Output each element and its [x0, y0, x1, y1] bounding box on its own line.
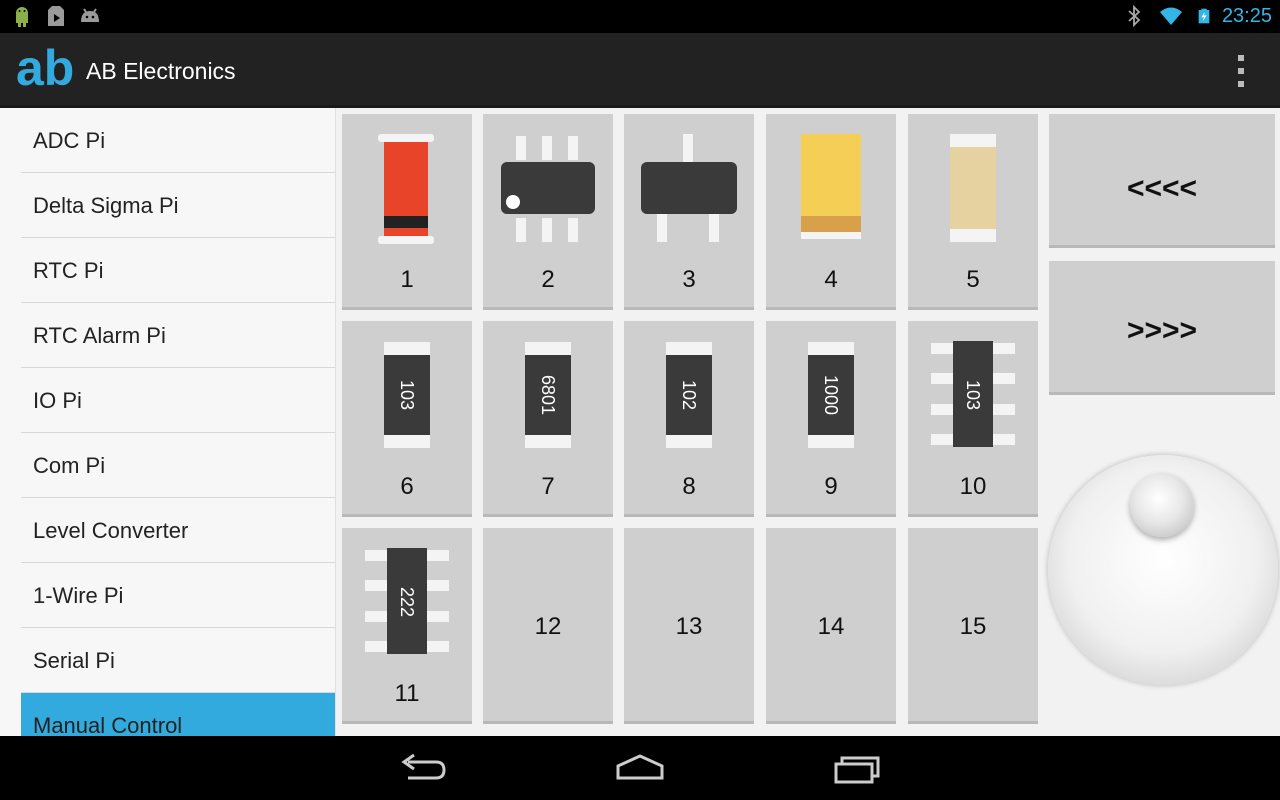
previous-page-button[interactable]: <<<< [1049, 114, 1275, 248]
tile-number: 3 [682, 266, 696, 293]
component-tile-6[interactable]: 103 6 [342, 321, 472, 517]
tile-number: 1 [400, 266, 414, 293]
component-tile-8[interactable]: 102 8 [624, 321, 754, 517]
back-icon[interactable] [394, 750, 454, 786]
sidebar-item-rtc-pi[interactable]: RTC Pi [21, 238, 335, 303]
sidebar-item-level-converter[interactable]: Level Converter [21, 498, 335, 563]
tile-number: 4 [824, 266, 838, 293]
android-icon [16, 7, 28, 27]
home-icon[interactable] [610, 750, 670, 786]
wifi-icon [1159, 7, 1182, 25]
component-tile-15[interactable]: 15 [908, 528, 1038, 724]
android-debug-icon [81, 8, 99, 22]
overflow-menu-icon[interactable] [1238, 55, 1246, 87]
tile-number: 15 [959, 613, 987, 640]
tile-number: 14 [817, 613, 845, 640]
joystick-knob[interactable] [1130, 473, 1194, 537]
status-clock: 23:25 [1221, 4, 1272, 27]
component-tile-10[interactable]: 103 10 [908, 321, 1038, 517]
recent-apps-icon[interactable] [828, 750, 888, 786]
tile-number: 8 [682, 473, 696, 500]
app-title: AB Electronics [86, 58, 236, 84]
tile-number: 10 [959, 473, 987, 500]
sidebar-item-com-pi[interactable]: Com Pi [21, 433, 335, 498]
component-tile-7[interactable]: 6801 7 [483, 321, 613, 517]
component-tile-11[interactable]: 222 11 [342, 528, 472, 724]
component-tile-4[interactable]: 4 [766, 114, 896, 310]
main-content: ADC Pi Delta Sigma Pi RTC Pi RTC Alarm P… [0, 108, 1280, 736]
sidebar-item-adc-pi[interactable]: ADC Pi [21, 108, 335, 173]
bluetooth-icon [1128, 4, 1141, 28]
component-tile-5[interactable]: 5 [908, 114, 1038, 310]
tile-number: 9 [824, 473, 838, 500]
tile-number: 7 [541, 473, 555, 500]
next-page-button[interactable]: >>>> [1049, 261, 1275, 395]
sidebar-item-serial-pi[interactable]: Serial Pi [21, 628, 335, 693]
sidebar-item-manual-control[interactable]: Manual Control [21, 693, 335, 736]
sidebar-item-1-wire-pi[interactable]: 1-Wire Pi [21, 563, 335, 628]
action-bar: ab AB Electronics [0, 33, 1280, 108]
app-logo: ab [16, 43, 74, 93]
sidebar-item-rtc-alarm-pi[interactable]: RTC Alarm Pi [21, 303, 335, 368]
system-nav-bar [0, 736, 1280, 800]
play-store-icon [48, 6, 64, 26]
svg-text:ab: ab [16, 43, 74, 93]
svg-text:102: 102 [679, 380, 699, 410]
sidebar-item-delta-sigma-pi[interactable]: Delta Sigma Pi [21, 173, 335, 238]
component-tile-1[interactable]: 1 [342, 114, 472, 310]
status-bar: 23:25 [0, 0, 1280, 33]
svg-text:1000: 1000 [821, 375, 841, 415]
tile-number: 6 [400, 473, 414, 500]
component-tile-3[interactable]: 3 [624, 114, 754, 310]
tile-number: 12 [534, 613, 562, 640]
system-icons: 23:25 [1122, 4, 1272, 28]
tile-number: 11 [394, 680, 420, 707]
joystick-control[interactable] [1048, 455, 1278, 685]
tile-number: 5 [966, 266, 980, 293]
svg-text:222: 222 [397, 587, 417, 617]
tile-number: 2 [541, 266, 555, 293]
sidebar-item-io-pi[interactable]: IO Pi [21, 368, 335, 433]
svg-text:6801: 6801 [538, 375, 558, 415]
component-tile-14[interactable]: 14 [766, 528, 896, 724]
notification-icons [10, 4, 102, 28]
battery-charging-icon [1198, 8, 1210, 24]
svg-text:103: 103 [963, 380, 983, 410]
component-tile-13[interactable]: 13 [624, 528, 754, 724]
component-tile-9[interactable]: 1000 9 [766, 321, 896, 517]
component-tile-2[interactable]: 2 [483, 114, 613, 310]
svg-text:103: 103 [397, 380, 417, 410]
tile-number: 13 [675, 613, 703, 640]
sidebar: ADC Pi Delta Sigma Pi RTC Pi RTC Alarm P… [0, 108, 336, 736]
component-tile-12[interactable]: 12 [483, 528, 613, 724]
